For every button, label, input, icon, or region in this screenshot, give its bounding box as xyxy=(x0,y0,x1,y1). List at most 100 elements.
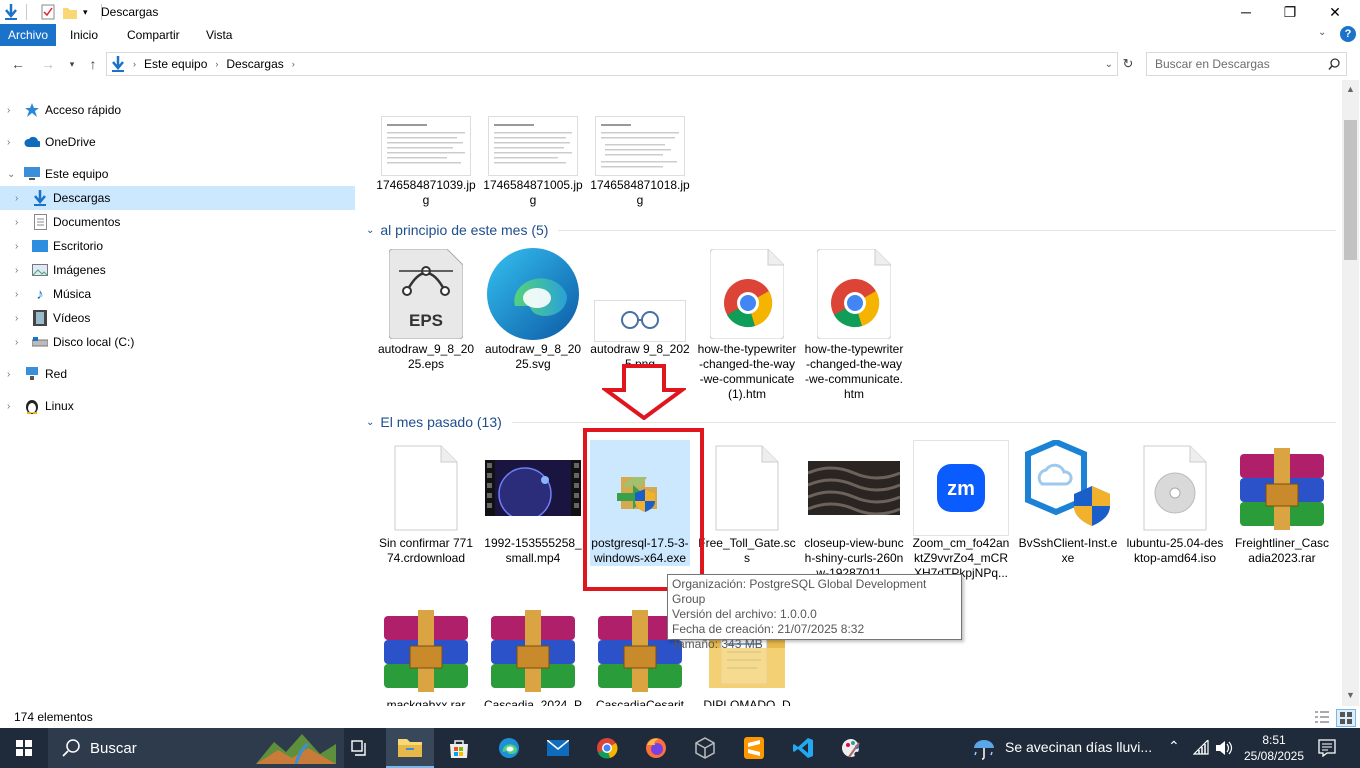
file-item[interactable]: lubuntu-25.04-desktop-amd64.iso xyxy=(1125,440,1225,566)
file-item[interactable]: 1746584871005.jpg xyxy=(483,116,583,208)
breadcrumb-este-equipo[interactable]: Este equipo xyxy=(144,57,207,71)
nav-item-documentos[interactable]: › Documentos xyxy=(0,210,355,234)
chevron-right-icon[interactable]: › xyxy=(7,137,10,148)
nav-label: Este equipo xyxy=(45,167,109,181)
file-item[interactable]: BvSshClient-Inst.exe xyxy=(1018,440,1118,566)
address-bar[interactable]: › Este equipo › Descargas › ⌄ xyxy=(106,52,1118,76)
file-item[interactable]: how-the-typewriter-changed-the-way-we-co… xyxy=(697,246,797,402)
virtualbox-icon[interactable] xyxy=(681,728,729,768)
chevron-right-icon[interactable]: › xyxy=(7,369,10,380)
task-view-icon[interactable] xyxy=(336,728,384,768)
nav-item-videos[interactable]: › Vídeos xyxy=(0,306,355,330)
file-item[interactable]: 1746584871039.jpg xyxy=(376,116,476,208)
ribbon-expand-icon[interactable]: ⌄ xyxy=(1318,27,1326,38)
nav-item-onedrive[interactable]: › OneDrive xyxy=(0,130,355,154)
maximize-button[interactable]: ❐ xyxy=(1267,0,1313,24)
chevron-right-icon[interactable]: › xyxy=(15,265,18,276)
file-explorer-icon[interactable] xyxy=(386,728,434,768)
network-wifi-icon[interactable] xyxy=(1193,740,1209,756)
drive-icon xyxy=(32,334,48,350)
nav-item-disco-local[interactable]: › Disco local (C:) xyxy=(0,330,355,354)
firefox-icon[interactable] xyxy=(632,728,680,768)
chevron-up-icon[interactable]: ⌃ xyxy=(1168,738,1180,755)
forward-arrow-icon[interactable]: → xyxy=(38,54,58,74)
chevron-down-icon[interactable]: ⌄ xyxy=(7,169,15,180)
chrome-icon[interactable] xyxy=(583,728,631,768)
search-input[interactable]: Buscar en Descargas xyxy=(1146,52,1347,76)
file-item[interactable]: Freightliner_Cascadia2023.rar xyxy=(1232,440,1332,566)
chevron-right-icon[interactable]: › xyxy=(15,241,18,252)
large-icons-view-icon[interactable] xyxy=(1336,709,1356,727)
file-item[interactable]: 1992-153555258_small.mp4 xyxy=(483,440,583,566)
file-item[interactable]: Free_Toll_Gate.scs xyxy=(697,440,797,566)
address-dropdown-icon[interactable]: ⌄ xyxy=(1105,59,1113,70)
nav-item-descargas[interactable]: › Descargas xyxy=(0,186,355,210)
taskbar-clock[interactable]: 8:51 25/08/2025 xyxy=(1243,732,1305,764)
file-item[interactable]: autodraw_9_8_2025.svg xyxy=(483,246,583,372)
vertical-scrollbar[interactable]: ▲ ▼ xyxy=(1342,80,1359,706)
search-icon[interactable] xyxy=(1328,58,1340,70)
file-item[interactable]: EPS autodraw_9_8_2025.eps xyxy=(376,246,476,372)
weather-text[interactable]: Se avecinan días lluvi... xyxy=(1005,739,1152,755)
back-arrow-icon[interactable]: ← xyxy=(8,54,28,74)
up-arrow-icon[interactable]: ↑ xyxy=(83,54,103,74)
nav-item-escritorio[interactable]: › Escritorio xyxy=(0,234,355,258)
vscode-icon[interactable] xyxy=(779,728,827,768)
recent-locations-icon[interactable]: ▾ xyxy=(62,54,82,74)
volume-icon[interactable] xyxy=(1215,740,1233,756)
paint-icon[interactable] xyxy=(828,728,876,768)
mail-icon[interactable] xyxy=(534,728,582,768)
nav-item-red[interactable]: › Red xyxy=(0,362,355,386)
start-windows-icon[interactable] xyxy=(0,728,48,768)
chevron-right-icon[interactable]: › xyxy=(15,193,18,204)
tab-compartir[interactable]: Compartir xyxy=(117,24,190,46)
nav-item-acceso-rapido[interactable]: › Acceso rápido xyxy=(0,98,355,122)
scrollbar-thumb[interactable] xyxy=(1344,120,1357,260)
sublime-text-icon[interactable] xyxy=(730,728,778,768)
group-header-last-month[interactable]: ⌄ El mes pasado (13) xyxy=(362,412,1336,432)
chevron-right-icon[interactable]: › xyxy=(7,105,10,116)
group-header-this-month[interactable]: ⌄ al principio de este mes (5) xyxy=(362,220,1336,240)
nav-item-imagenes[interactable]: › Imágenes xyxy=(0,258,355,282)
new-folder-icon[interactable] xyxy=(61,5,79,19)
file-item[interactable]: mackgabxx.rar xyxy=(376,602,476,706)
edge-icon[interactable] xyxy=(485,728,533,768)
chevron-down-icon[interactable]: ⌄ xyxy=(366,225,374,236)
nav-item-linux[interactable]: › Linux xyxy=(0,394,355,418)
file-item[interactable]: zm Zoom_cm_fo42anktZ9vvrZo4_mCRXH7dTPkpj… xyxy=(911,440,1011,581)
file-item[interactable]: Sin confirmar 77174.crdownload xyxy=(376,440,476,566)
file-item[interactable]: closeup-view-bunch-shiny-curls-260nw-192… xyxy=(804,440,904,581)
tab-inicio[interactable]: Inicio xyxy=(60,24,108,46)
nav-label: Red xyxy=(45,367,68,381)
chevron-right-icon[interactable]: › xyxy=(15,217,18,228)
file-item[interactable]: autodraw 9_8_2025.png xyxy=(590,246,690,372)
file-item[interactable]: how-the-typewriter-changed-the-way-we-co… xyxy=(804,246,904,402)
file-item[interactable]: 1746584871018.jpg xyxy=(590,116,690,208)
breadcrumb-separator-icon: › xyxy=(133,59,136,69)
nav-item-este-equipo[interactable]: ⌄ Este equipo xyxy=(0,162,355,186)
file-item[interactable]: Cascadia_2024_Pl... xyxy=(483,602,583,706)
nav-item-musica[interactable]: › ♪ Música xyxy=(0,282,355,306)
breadcrumb-descargas[interactable]: Descargas xyxy=(226,57,283,71)
download-icon[interactable] xyxy=(2,4,20,20)
chevron-right-icon[interactable]: › xyxy=(15,289,18,300)
chevron-down-icon[interactable]: ⌄ xyxy=(366,417,374,428)
chevron-right-icon[interactable]: › xyxy=(15,337,18,348)
customize-toolbar-icon[interactable]: ▾ xyxy=(83,7,97,18)
notifications-icon[interactable] xyxy=(1318,739,1336,757)
minimize-button[interactable]: ─ xyxy=(1223,0,1269,24)
scroll-down-icon[interactable]: ▼ xyxy=(1346,690,1355,700)
scroll-up-icon[interactable]: ▲ xyxy=(1346,84,1355,94)
tab-vista[interactable]: Vista xyxy=(196,24,242,46)
taskbar-search-box[interactable]: Buscar xyxy=(48,728,344,768)
details-view-icon[interactable] xyxy=(1313,709,1331,725)
close-button[interactable]: ✕ xyxy=(1312,0,1358,24)
properties-icon[interactable] xyxy=(39,4,57,20)
help-icon[interactable]: ? xyxy=(1340,26,1356,42)
tab-archivo[interactable]: Archivo xyxy=(0,24,56,46)
weather-umbrella-icon[interactable] xyxy=(972,738,996,760)
chevron-right-icon[interactable]: › xyxy=(7,401,10,412)
microsoft-store-icon[interactable] xyxy=(435,728,483,768)
chevron-right-icon[interactable]: › xyxy=(15,313,18,324)
refresh-icon[interactable]: ↻ xyxy=(1118,54,1138,74)
